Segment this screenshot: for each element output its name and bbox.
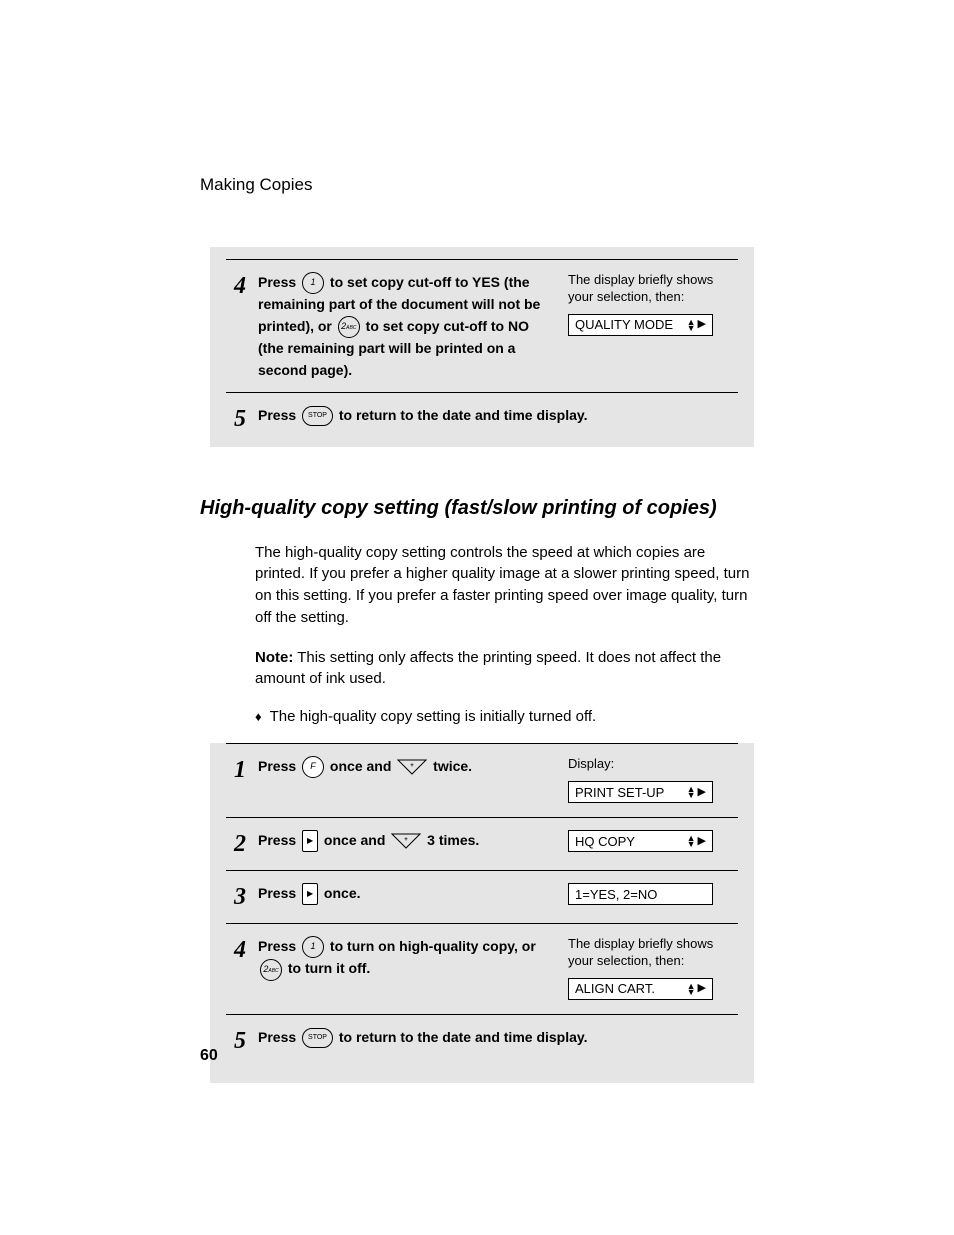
page-header: Making Copies: [200, 175, 754, 195]
procedure-block-2: 1 Press F once and + twice. Display: PRI…: [210, 743, 754, 1083]
lcd-display: 1=YES, 2=NO: [568, 883, 713, 905]
step-number: 4: [226, 272, 246, 298]
display-note: The display briefly shows your selection…: [568, 936, 738, 970]
body-paragraph: The high-quality copy setting controls t…: [255, 542, 754, 629]
bullet-item: The high-quality copy setting is initial…: [255, 708, 754, 725]
step-instruction: Press STOP to return to the date and tim…: [258, 1027, 738, 1049]
step-number: 4: [226, 936, 246, 962]
key-f-icon: F: [302, 756, 324, 778]
svg-text:+: +: [411, 763, 415, 769]
key-2-icon: 2ABC: [260, 959, 282, 981]
scroll-arrows-icon: ▲▼▶: [687, 835, 706, 847]
procedure-block-1: 4 Press 1 to set copy cut-off to YES (th…: [210, 247, 754, 447]
step-instruction: Press 1 to turn on high-quality copy, or…: [258, 936, 568, 981]
lcd-display: ALIGN CART. ▲▼▶: [568, 978, 713, 1000]
key-1-icon: 1: [302, 272, 324, 294]
note-paragraph: Note: This setting only affects the prin…: [255, 647, 754, 691]
key-down-icon: +: [397, 759, 427, 775]
lcd-display: HQ COPY ▲▼▶: [568, 830, 713, 852]
step-number: 5: [226, 1027, 246, 1053]
step-number: 2: [226, 830, 246, 856]
page-number: 60: [200, 1047, 218, 1065]
scroll-arrows-icon: ▲▼▶: [687, 983, 706, 995]
key-stop-icon: STOP: [302, 406, 333, 426]
key-right-icon: ▶: [302, 830, 318, 852]
lcd-display: PRINT SET-UP ▲▼▶: [568, 781, 713, 803]
key-1-icon: 1: [302, 936, 324, 958]
lcd-display: QUALITY MODE ▲▼▶: [568, 314, 713, 336]
step-number: 1: [226, 756, 246, 782]
step-number: 3: [226, 883, 246, 909]
step-instruction: Press ▶ once.: [258, 883, 568, 905]
key-2-icon: 2ABC: [338, 316, 360, 338]
step-instruction: Press F once and + twice.: [258, 756, 568, 778]
step-instruction: Press STOP to return to the date and tim…: [258, 405, 738, 427]
step-instruction: Press ▶ once and + 3 times.: [258, 830, 568, 852]
display-note: The display briefly shows your selection…: [568, 272, 738, 306]
step-instruction: Press 1 to set copy cut-off to YES (the …: [258, 272, 568, 382]
key-right-icon: ▶: [302, 883, 318, 905]
section-heading: High-quality copy setting (fast/slow pri…: [200, 497, 754, 520]
step-number: 5: [226, 405, 246, 431]
scroll-arrows-icon: ▲▼▶: [687, 319, 706, 331]
display-label: Display:: [568, 756, 738, 773]
key-down-icon: +: [391, 833, 421, 849]
key-stop-icon: STOP: [302, 1028, 333, 1048]
svg-text:+: +: [405, 837, 409, 843]
scroll-arrows-icon: ▲▼▶: [687, 786, 706, 798]
